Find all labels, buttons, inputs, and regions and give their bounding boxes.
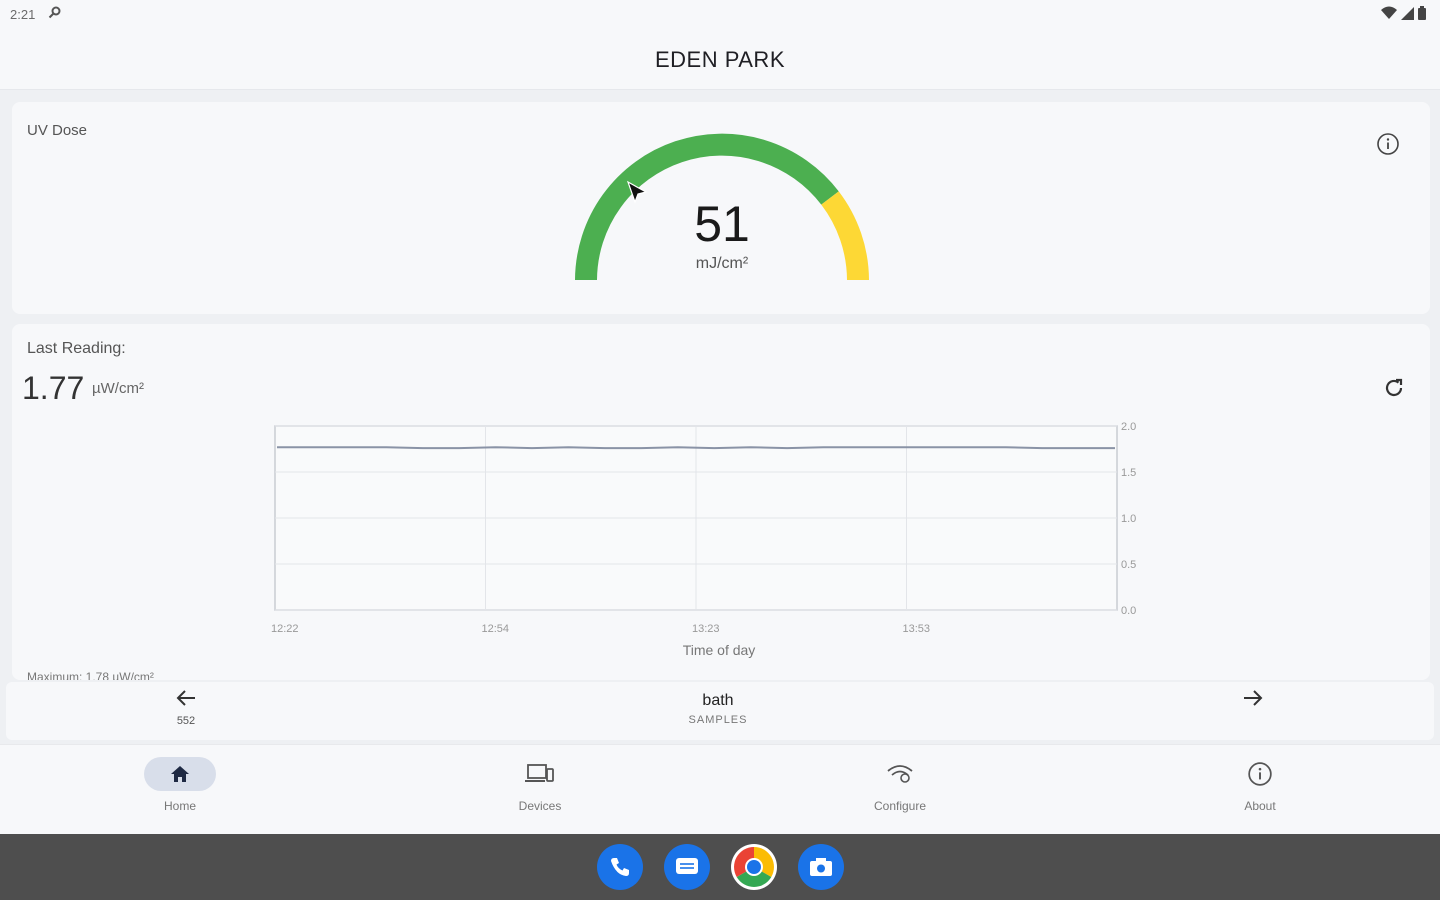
configure-icon: [887, 765, 913, 783]
wifi-icon: [1381, 6, 1397, 19]
maximum-reading: Maximum: 1.78 µW/cm²: [27, 670, 154, 680]
series-line: [277, 446, 1115, 450]
refresh-icon[interactable]: [1382, 376, 1406, 400]
last-reading-value: 1.77: [22, 370, 85, 406]
info-icon[interactable]: [1376, 132, 1400, 156]
x-axis-label: Time of day: [683, 642, 756, 658]
next-sample-button[interactable]: [1242, 688, 1272, 718]
nav-configure-label: Configure: [873, 799, 927, 813]
system-icons: [1381, 6, 1426, 20]
nav-about-label: About: [1244, 799, 1276, 813]
messages-icon[interactable]: [664, 844, 710, 890]
y-tick-label: 2.0: [1121, 421, 1136, 433]
arrow-right-icon: [1244, 690, 1263, 706]
previous-sample-count: 552: [176, 715, 196, 727]
y-tick-label: 0.0: [1121, 605, 1136, 617]
arrow-left-icon: [176, 690, 195, 706]
uv-dose-gauge: 51 mJ/cm²: [572, 130, 872, 290]
samples-nav: 552 bath SAMPLES: [6, 682, 1434, 740]
y-tick-label: 1.5: [1121, 467, 1136, 479]
nav-configure[interactable]: Configure: [840, 757, 960, 813]
x-tick-label: 12:22: [271, 623, 299, 635]
previous-sample-button[interactable]: 552: [166, 688, 206, 732]
system-dock: [0, 834, 1440, 900]
reading-chart: 2.0 1.5 1.0 0.5 0.0 12:22 12:54 13:23 13:53 Tim…: [271, 421, 1136, 658]
last-reading-unit: µW/cm²: [92, 380, 144, 397]
x-tick-label: 13:53: [903, 623, 931, 635]
last-reading-card: Last Reading: 1.77 µW/cm² 2.0 1.5 1.0 0.5 0.…: [12, 324, 1430, 680]
home-icon: [171, 766, 189, 782]
sample-name: bath: [702, 692, 734, 709]
camera-icon[interactable]: [798, 844, 844, 890]
uv-dose-unit: mJ/cm²: [695, 255, 749, 272]
x-tick-label: 13:23: [692, 623, 720, 635]
nav-about[interactable]: About: [1200, 757, 1320, 813]
bottom-nav: Home Devices Configure About: [0, 744, 1440, 834]
page-title: EDEN PARK: [654, 46, 785, 72]
nav-home-label: Home: [163, 799, 196, 813]
samples-label: SAMPLES: [688, 714, 748, 726]
uv-dose-value: 51: [694, 196, 750, 252]
key-icon: [48, 6, 62, 23]
nav-devices[interactable]: Devices: [480, 757, 600, 813]
status-time: 2:21: [10, 7, 36, 22]
status-bar: 2:21: [0, 0, 1440, 30]
x-tick-label: 12:54: [482, 623, 510, 635]
uv-dose-title: UV Dose: [27, 122, 88, 139]
phone-icon[interactable]: [597, 844, 643, 890]
info-icon: [1248, 762, 1272, 786]
app-bar: EDEN PARK: [0, 30, 1440, 90]
uv-dose-card: UV Dose 51 mJ/cm²: [12, 102, 1430, 314]
signal-icon: [1401, 6, 1414, 20]
y-tick-label: 0.5: [1121, 559, 1136, 571]
mouse-cursor-icon: [626, 180, 648, 206]
sample-selector[interactable]: bath SAMPLES: [618, 692, 818, 726]
last-reading-title: Last Reading:: [27, 340, 126, 357]
nav-devices-label: Devices: [518, 799, 562, 813]
battery-icon: [1418, 6, 1426, 20]
y-tick-label: 1.0: [1121, 513, 1136, 525]
devices-icon: [525, 764, 554, 782]
nav-home[interactable]: Home: [120, 757, 240, 813]
chrome-icon[interactable]: [731, 844, 777, 890]
